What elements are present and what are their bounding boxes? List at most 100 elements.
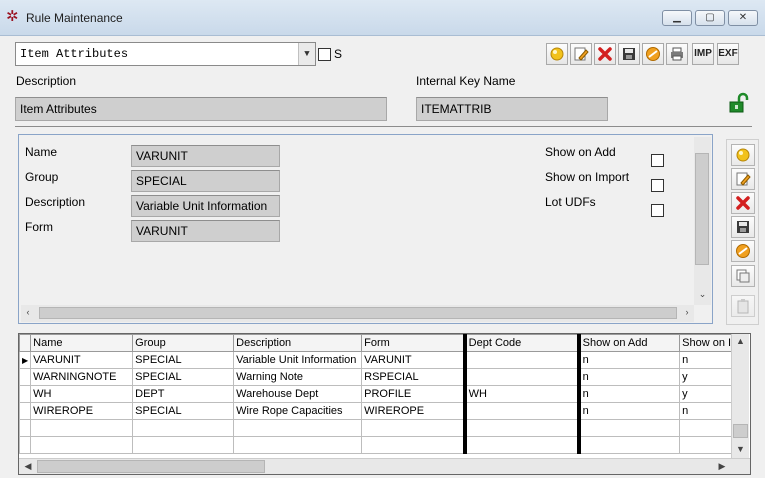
table-cell[interactable]: WIREROPE	[30, 402, 134, 420]
scroll-down-icon[interactable]: ▼	[732, 444, 749, 454]
table-cell[interactable]	[462, 402, 580, 420]
table-cell[interactable]	[462, 419, 580, 437]
table-cell[interactable]	[462, 368, 580, 386]
scroll-left-icon[interactable]: ◀	[22, 461, 34, 472]
column-header-name[interactable]: Name	[30, 334, 134, 352]
table-row[interactable]: ▶ VARUNIT SPECIAL Variable Unit Information…	[19, 351, 736, 369]
row-indicator[interactable]	[19, 368, 32, 386]
table-cell[interactable]: RSPECIAL	[361, 368, 466, 386]
export-button[interactable]: EXF	[717, 43, 739, 65]
print-button[interactable]	[666, 43, 688, 65]
table-cell[interactable]	[679, 436, 736, 454]
table-cell[interactable]	[30, 436, 134, 454]
detail-hscroll-thumb[interactable]	[39, 307, 677, 319]
table-cell[interactable]: DEPT	[132, 385, 235, 403]
side-paste-button[interactable]	[731, 295, 755, 317]
table-cell[interactable]: VARUNIT	[30, 351, 134, 369]
table-cell[interactable]	[576, 436, 681, 454]
lot-udfs-checkbox[interactable]	[651, 204, 664, 217]
table-cell[interactable]	[462, 351, 580, 369]
row-indicator[interactable]	[19, 402, 32, 420]
table-cell[interactable]	[361, 419, 466, 437]
table-cell[interactable]: Warehouse Dept	[233, 385, 363, 403]
unlock-icon[interactable]	[727, 92, 749, 114]
table-cell[interactable]: SPECIAL	[132, 402, 235, 420]
table-cell[interactable]	[132, 419, 235, 437]
table-cell[interactable]	[233, 419, 363, 437]
import-button[interactable]: IMP	[692, 43, 714, 65]
table-cell[interactable]: SPECIAL	[132, 368, 235, 386]
table-cell[interactable]: y	[679, 368, 736, 386]
side-copy-button[interactable]	[731, 265, 755, 287]
edit-button[interactable]	[570, 43, 592, 65]
save-button[interactable]	[618, 43, 640, 65]
maximize-button[interactable]: ▢	[695, 10, 725, 26]
table-cell[interactable]: Warning Note	[233, 368, 363, 386]
side-edit-button[interactable]	[731, 168, 755, 190]
table-cell[interactable]: n	[576, 368, 681, 386]
table-cell[interactable]: SPECIAL	[132, 351, 235, 369]
table-cell[interactable]	[361, 436, 466, 454]
table-row[interactable]: WH DEPT Warehouse Dept PROFILE WH n y	[19, 385, 736, 403]
row-indicator[interactable]	[19, 385, 32, 403]
grid-vertical-scrollbar[interactable]: ▲ ▼	[731, 334, 749, 458]
add-button[interactable]	[546, 43, 568, 65]
table-cell[interactable]	[576, 419, 681, 437]
table-cell[interactable]: Variable Unit Information	[233, 351, 363, 369]
column-header-dept-code[interactable]: Dept Code	[462, 334, 580, 352]
minimize-button[interactable]: ▁	[662, 10, 692, 26]
side-delete-button[interactable]	[731, 192, 755, 214]
table-cell[interactable]: n	[576, 402, 681, 420]
row-indicator[interactable]	[19, 436, 32, 454]
table-cell[interactable]	[679, 419, 736, 437]
empty-table-row[interactable]	[19, 436, 736, 454]
table-cell[interactable]: n	[576, 351, 681, 369]
table-cell[interactable]: y	[679, 385, 736, 403]
table-row[interactable]: WIREROPE SPECIAL Wire Rope Capacities WIRER…	[19, 402, 736, 420]
column-header-description[interactable]: Description	[233, 334, 363, 352]
column-header-show-on-import[interactable]: Show on I	[679, 334, 736, 352]
table-cell[interactable]: n	[679, 351, 736, 369]
side-cancel-button[interactable]	[731, 240, 755, 262]
s-checkbox[interactable]	[318, 48, 331, 61]
row-indicator[interactable]	[19, 419, 32, 437]
column-header-show-on-add[interactable]: Show on Add	[576, 334, 681, 352]
chevron-down-icon[interactable]: ▼	[298, 43, 315, 65]
close-button[interactable]: ✕	[728, 10, 758, 26]
table-cell[interactable]: WIREROPE	[361, 402, 466, 420]
current-row-indicator-icon[interactable]: ▶	[19, 351, 32, 369]
scroll-right-icon[interactable]: ›	[680, 307, 694, 317]
table-cell[interactable]: WH	[462, 385, 580, 403]
column-header-form[interactable]: Form	[361, 334, 466, 352]
scroll-left-icon[interactable]: ‹	[21, 307, 35, 317]
table-cell[interactable]: PROFILE	[361, 385, 466, 403]
scroll-right-icon[interactable]: ▶	[716, 461, 728, 472]
show-on-add-checkbox[interactable]	[651, 154, 664, 167]
column-header-group[interactable]: Group	[132, 334, 235, 352]
table-cell[interactable]: WH	[30, 385, 134, 403]
empty-table-row[interactable]	[19, 419, 736, 437]
table-cell[interactable]	[462, 436, 580, 454]
scroll-up-icon[interactable]: ▲	[732, 336, 749, 346]
rule-select[interactable]: Item Attributes ▼	[15, 42, 316, 66]
table-row[interactable]: WARNINGNOTE SPECIAL Warning Note RSPECIAL n y	[19, 368, 736, 386]
table-cell[interactable]	[30, 419, 134, 437]
table-cell[interactable]	[132, 436, 235, 454]
table-cell[interactable]: VARUNIT	[361, 351, 466, 369]
delete-button[interactable]	[594, 43, 616, 65]
side-add-button[interactable]	[731, 144, 755, 166]
cancel-button[interactable]	[642, 43, 664, 65]
grid-hscroll-thumb[interactable]	[37, 460, 265, 473]
table-cell[interactable]: Wire Rope Capacities	[233, 402, 363, 420]
side-save-button[interactable]	[731, 216, 755, 238]
detail-vertical-scrollbar[interactable]: ⌄	[694, 137, 711, 305]
show-on-import-checkbox[interactable]	[651, 179, 664, 192]
grid-horizontal-scrollbar[interactable]: ◀ ▶	[19, 458, 750, 474]
table-cell[interactable]: WARNINGNOTE	[30, 368, 134, 386]
detail-horizontal-scrollbar[interactable]: ‹ ›	[21, 305, 694, 322]
detail-vscroll-thumb[interactable]	[695, 153, 709, 265]
table-cell[interactable]	[233, 436, 363, 454]
table-cell[interactable]: n	[576, 385, 681, 403]
scroll-down-icon[interactable]: ⌄	[694, 289, 711, 300]
table-cell[interactable]: n	[679, 402, 736, 420]
